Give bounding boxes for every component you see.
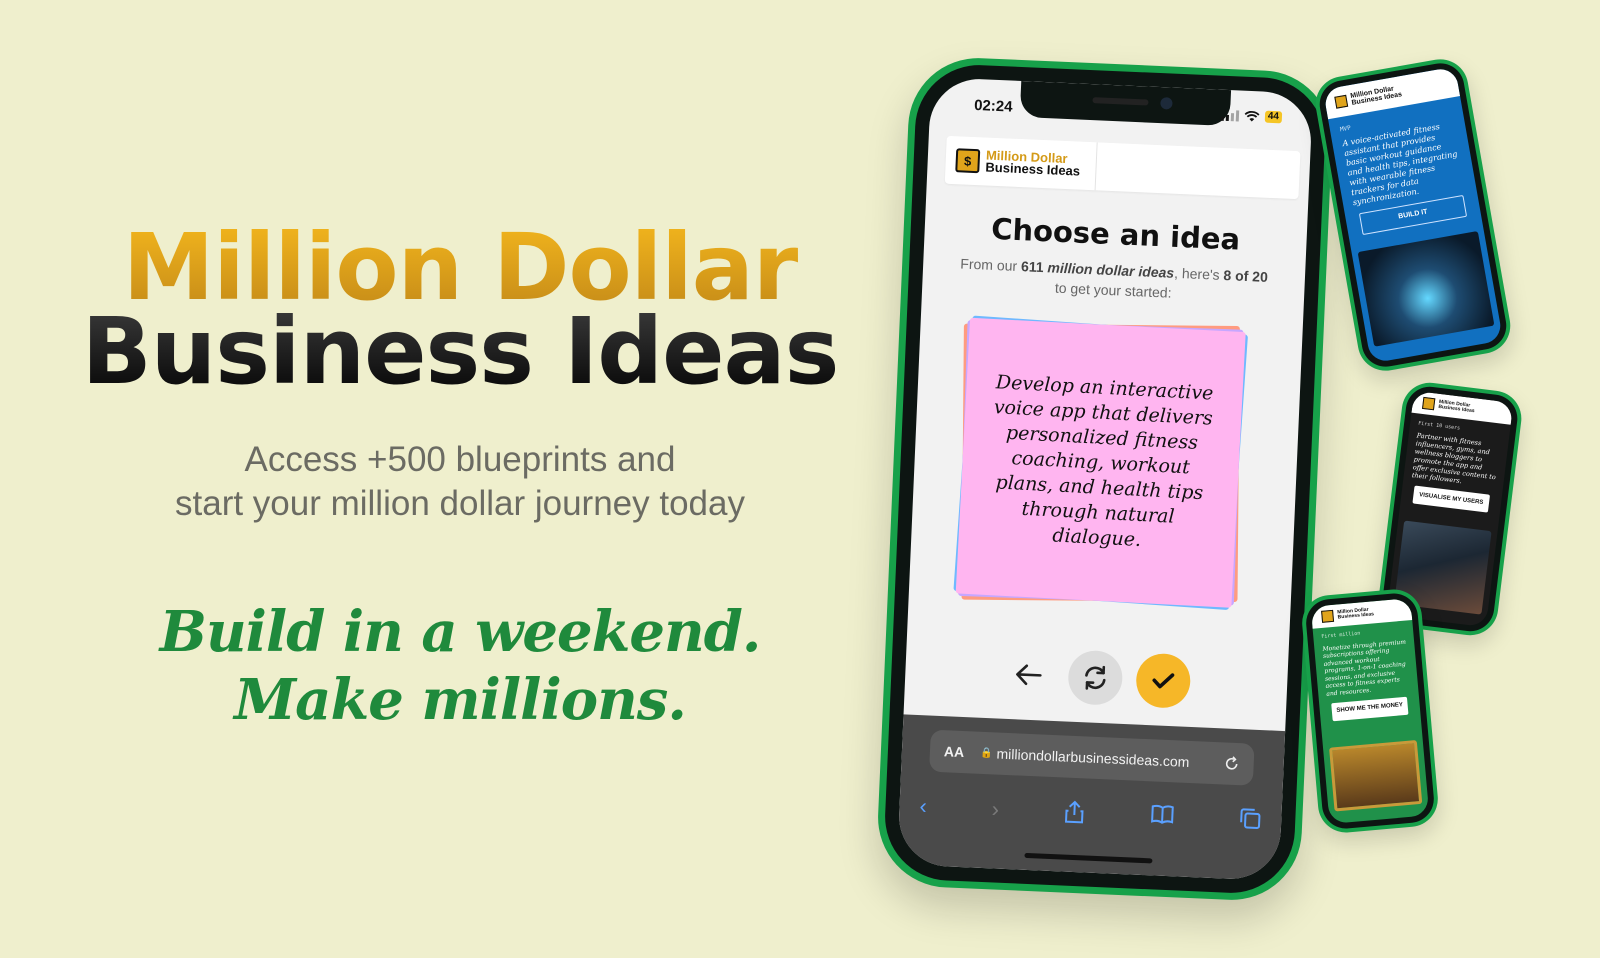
url-text[interactable]: milliondollarbusinessideas.com xyxy=(996,746,1224,772)
safari-toolbar: AA 🔒 milliondollarbusinessideas.com ‹ › xyxy=(896,714,1286,881)
mini-phone-first-million: Million Dollar Business Ideas First milli… xyxy=(1299,587,1441,835)
back-arrow-button[interactable] xyxy=(1001,648,1055,702)
wifi-icon xyxy=(1244,110,1260,122)
idea-controls xyxy=(904,643,1288,714)
status-icons: 44 xyxy=(1220,109,1283,124)
hero-tagline: Build in a weekend. Make millions. xyxy=(40,598,880,734)
address-bar[interactable]: AA 🔒 milliondollarbusinessideas.com xyxy=(929,729,1255,786)
main-phone-mockup: 02:24 44 $ Million Dollar Business Ideas… xyxy=(875,55,1335,903)
show-me-the-money-button[interactable]: SHOW ME THE MONEY xyxy=(1331,696,1409,721)
cellular-signal-icon xyxy=(1220,109,1240,121)
browser-nav-row: ‹ › xyxy=(919,793,1262,834)
share-icon[interactable] xyxy=(1063,800,1086,825)
hero: Million Dollar Business Ideas Access +50… xyxy=(40,222,880,734)
phone-bezel: 02:24 44 $ Million Dollar Business Ideas… xyxy=(882,62,1328,896)
idea-position: 8 of 20 xyxy=(1223,266,1269,285)
mini-card: MVP A voice-activated fitness assistant … xyxy=(1328,96,1482,245)
site-logo-text[interactable]: Million Dollar Business Ideas xyxy=(985,148,1081,179)
speaker-grille xyxy=(1092,97,1149,106)
status-time: 02:24 xyxy=(973,96,1013,116)
mini-text: Monetize through premium subscriptions o… xyxy=(1322,638,1407,698)
phone-notch xyxy=(1019,80,1232,127)
forward-nav-icon[interactable]: › xyxy=(991,796,999,822)
text-size-button[interactable]: AA xyxy=(944,743,965,760)
idea-card-stack: Develop an interactive voice app that de… xyxy=(953,315,1249,611)
phone-screen: 02:24 44 $ Million Dollar Business Ideas… xyxy=(896,77,1314,881)
mini-text: Partner with fitness influencers, gyms, … xyxy=(1411,431,1497,486)
subtitle-from: From our xyxy=(960,255,1018,274)
mini-brand: Million Dollar Business Ideas xyxy=(1438,398,1475,415)
tabs-icon[interactable] xyxy=(1239,807,1262,830)
fitness-hologram-image xyxy=(1357,230,1495,347)
shuffle-idea-button[interactable] xyxy=(1067,649,1124,706)
mini-phone-mvp: Million Dollar Business Ideas MVP A voice… xyxy=(1311,54,1515,376)
mini-brand: Million Dollar Business Ideas xyxy=(1349,85,1403,107)
subtitle-heres: , here's xyxy=(1173,264,1220,283)
dollar-logo-icon xyxy=(1334,94,1349,109)
subtitle-ideas: million dollar ideas xyxy=(1047,259,1175,281)
hero-tagline-line1: Build in a weekend. xyxy=(159,599,762,665)
framed-app-image xyxy=(1329,740,1423,812)
lock-icon: 🔒 xyxy=(979,747,993,759)
visualise-users-button[interactable]: VISUALISE MY USERS xyxy=(1412,485,1491,513)
dollar-logo-icon xyxy=(1321,609,1335,623)
logo-line2: Business Ideas xyxy=(985,159,1081,179)
hero-title-dark: Business Ideas xyxy=(40,306,880,398)
bookmarks-icon[interactable] xyxy=(1150,803,1175,825)
choose-idea-button[interactable] xyxy=(1135,652,1192,709)
hero-subtitle-line1: Access +500 blueprints and xyxy=(244,440,676,479)
reload-icon[interactable] xyxy=(1223,755,1240,772)
arrow-left-icon xyxy=(1016,664,1042,686)
front-camera xyxy=(1160,97,1173,110)
page-title: Choose an idea xyxy=(990,211,1241,257)
refresh-icon xyxy=(1085,665,1106,690)
mini-phone-screen: Million Dollar Business Ideas First milli… xyxy=(1310,598,1430,824)
mini-text: A voice-activated fitness assistant that… xyxy=(1341,122,1459,208)
back-nav-icon[interactable]: ‹ xyxy=(919,793,927,819)
battery-indicator: 44 xyxy=(1264,110,1283,124)
idea-text: Develop an interactive voice app that de… xyxy=(993,370,1214,551)
mini-phone-screen: Million Dollar Business Ideas MVP A voice… xyxy=(1322,66,1504,364)
dollar-logo-icon xyxy=(1421,396,1436,411)
mini-card: First 10 users Partner with fitness infl… xyxy=(1400,413,1511,520)
idea-count: 611 xyxy=(1020,258,1044,276)
page-subtitle: From our 611 million dollar ideas, here'… xyxy=(952,253,1275,307)
checkmark-icon xyxy=(1152,673,1175,689)
dollar-logo-icon[interactable]: $ xyxy=(955,148,981,174)
mini-phone-bezel: Million Dollar Business Ideas MVP A voice… xyxy=(1315,59,1511,371)
site-header: $ Million Dollar Business Ideas xyxy=(944,135,1301,200)
subtitle-end: to get your started: xyxy=(1054,279,1172,301)
mini-phone-bezel: Million Dollar Business Ideas First milli… xyxy=(1304,591,1436,831)
idea-card[interactable]: Develop an interactive voice app that de… xyxy=(955,317,1246,608)
header-divider xyxy=(1094,142,1098,191)
mini-brand: Million Dollar Business Ideas xyxy=(1337,606,1375,621)
hero-tagline-line2: Make millions. xyxy=(234,667,687,733)
mini-card: First million Monetize through premium s… xyxy=(1313,620,1421,728)
hero-subtitle: Access +500 blueprints and start your mi… xyxy=(40,438,880,526)
hero-subtitle-line2: start your million dollar journey today xyxy=(175,484,745,523)
home-indicator xyxy=(1024,852,1153,864)
